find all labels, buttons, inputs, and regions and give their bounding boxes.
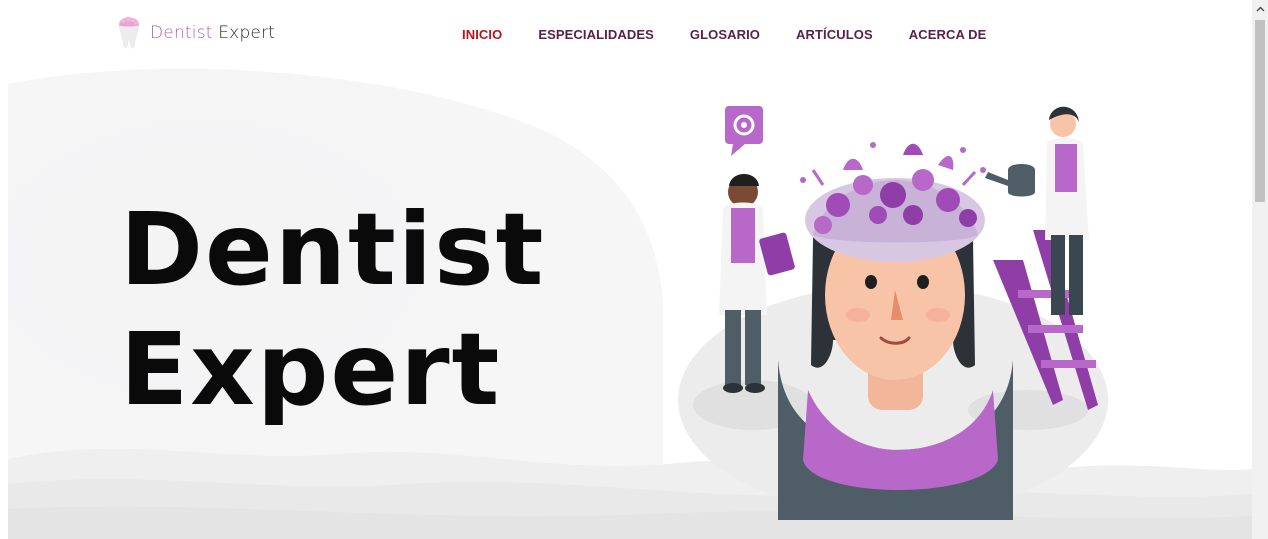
brain-garden-illustration <box>678 106 1108 520</box>
hero-section: Dentist Expert <box>8 64 1252 539</box>
nav-item-articulos[interactable]: ARTÍCULOS <box>796 27 873 42</box>
nav-item-glosario[interactable]: GLOSARIO <box>690 27 760 42</box>
logo-text: Dentist Expert <box>150 23 276 43</box>
nav-item-especialidades[interactable]: ESPECIALIDADES <box>538 27 654 42</box>
vertical-scrollbar[interactable] <box>1252 0 1268 539</box>
hero-title-line1: Dentist <box>120 191 546 308</box>
site-logo[interactable]: Dentist Expert <box>116 14 275 52</box>
page: Dentist Expert INICIO ESPECIALIDADES GLO… <box>0 0 1268 539</box>
hero-title-line2: Expert <box>120 311 502 428</box>
main-nav: INICIO ESPECIALIDADES GLOSARIO ARTÍCULOS… <box>462 27 986 42</box>
nav-item-acerca-de[interactable]: ACERCA DE <box>909 27 987 42</box>
site-header: Dentist Expert INICIO ESPECIALIDADES GLO… <box>0 0 1252 64</box>
scrollbar-thumb[interactable] <box>1255 20 1265 202</box>
chevron-up-icon[interactable] <box>1252 0 1268 17</box>
tooth-icon <box>119 16 139 49</box>
hero-title: Dentist Expert <box>120 190 545 430</box>
nav-item-inicio[interactable]: INICIO <box>462 27 502 42</box>
